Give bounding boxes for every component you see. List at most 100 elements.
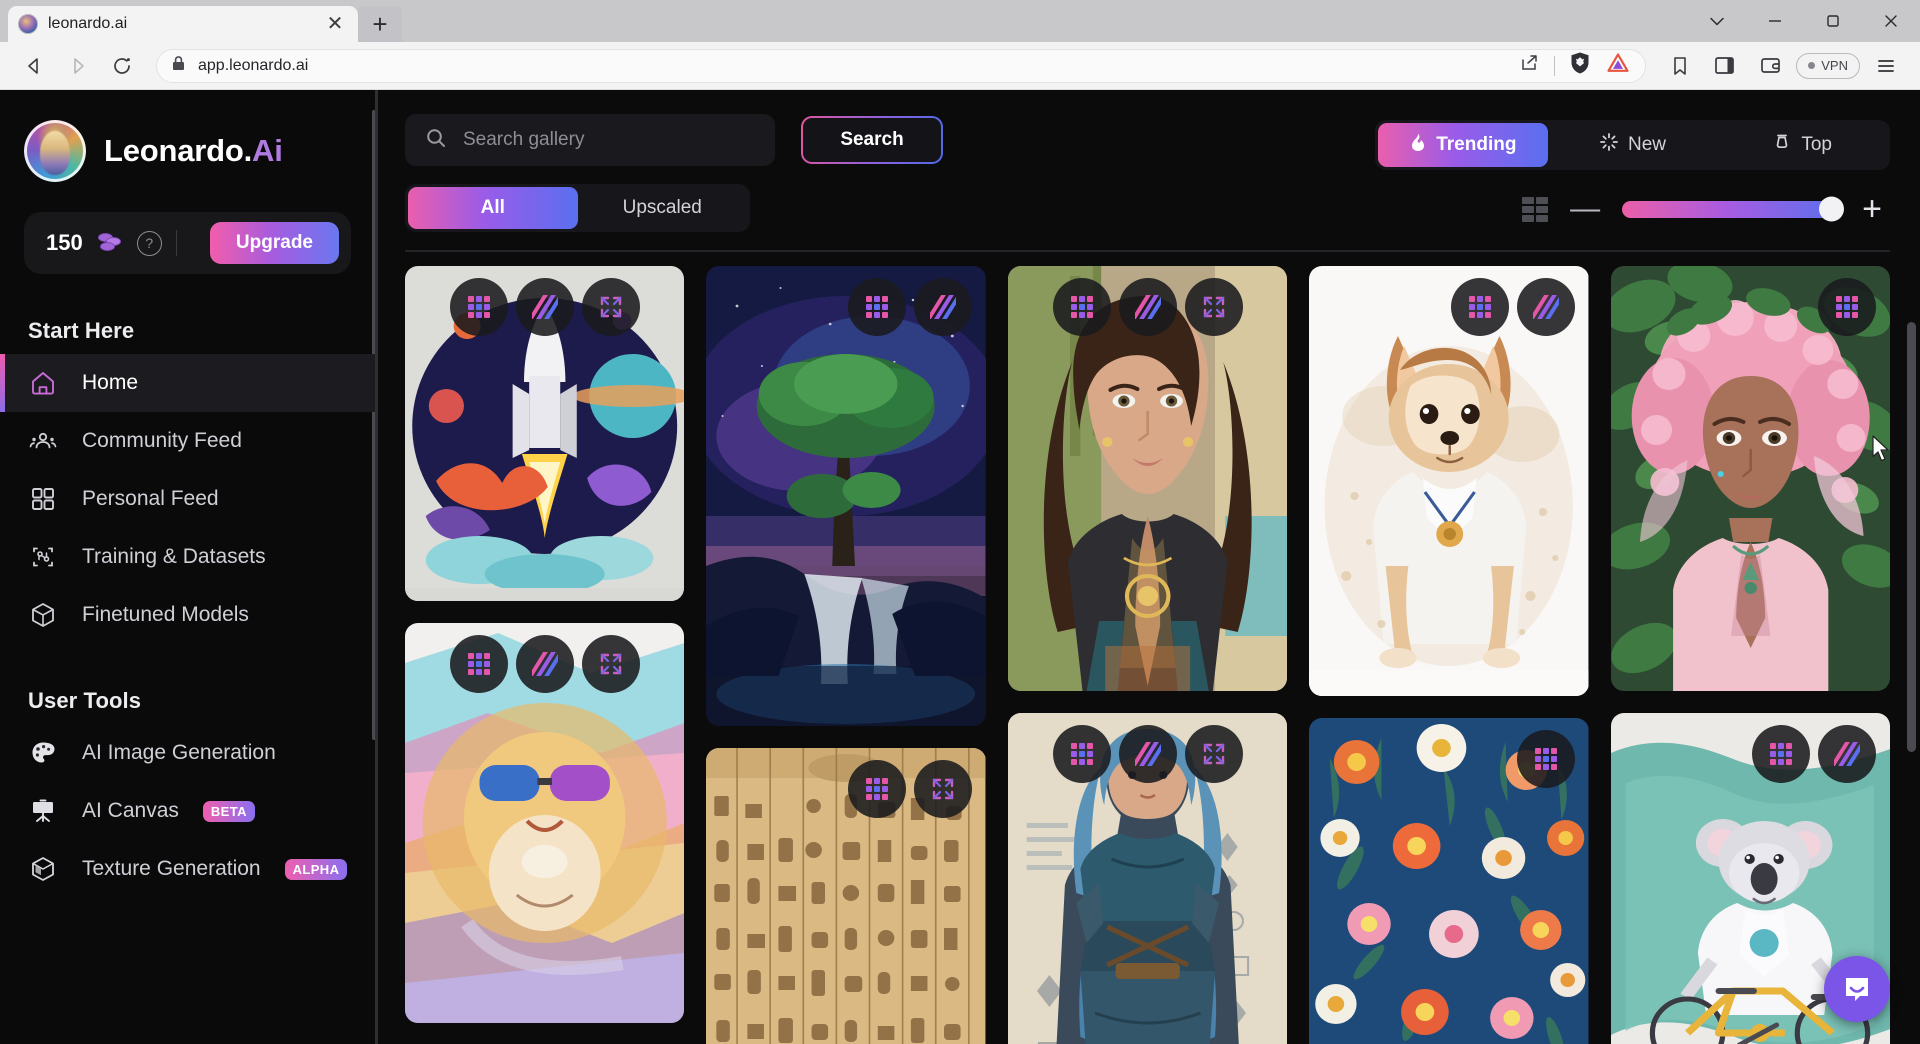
slider-knob[interactable]	[1819, 196, 1845, 222]
variations-icon[interactable]	[1516, 278, 1575, 336]
upscale-icon[interactable]	[847, 278, 906, 336]
upscale-icon[interactable]	[1818, 278, 1877, 336]
search-box[interactable]	[405, 114, 775, 166]
url-text: app.leonardo.ai	[198, 56, 309, 74]
flame-icon	[1409, 132, 1427, 158]
vpn-button[interactable]: VPN	[1796, 52, 1860, 79]
upscale-icon[interactable]	[1516, 730, 1575, 788]
upscale-icon[interactable]	[449, 278, 508, 336]
brand-logo-row[interactable]: Leonardo.Ai	[0, 108, 375, 182]
brave-rewards-icon[interactable]	[1605, 51, 1631, 80]
fullscreen-icon[interactable]	[913, 760, 972, 818]
sidebar-item-label: Finetuned Models	[82, 603, 249, 626]
tab-all[interactable]: All	[408, 187, 578, 229]
divider	[175, 230, 177, 256]
community-feed-icon	[28, 426, 58, 456]
card-actions	[1309, 278, 1588, 336]
variations-icon[interactable]	[515, 635, 574, 693]
gallery-card-chihuahua-watercolor-artwork[interactable]	[1309, 266, 1589, 696]
tab-new[interactable]: New	[1548, 123, 1718, 167]
new-tab-button[interactable]: +	[358, 6, 402, 42]
sidebar-item-ai-image-generation[interactable]: AI Image Generation	[0, 724, 375, 782]
tab-upscaled[interactable]: Upscaled	[578, 187, 748, 229]
sidebar-item-ai-canvas[interactable]: AI Canvas BETA	[0, 782, 375, 840]
sidebar-item-home[interactable]: Home	[0, 354, 375, 412]
gallery-card-blue-haired-fantasy-warrior[interactable]	[1007, 713, 1288, 1044]
hamburger-menu-icon[interactable]	[1866, 48, 1906, 84]
sidebar-item-texture-generation[interactable]: Texture Generation ALPHA	[0, 840, 375, 898]
gallery-card-pink-hair-fairy-portrait[interactable]	[1610, 266, 1891, 691]
search-button[interactable]: Search	[801, 116, 943, 164]
gallery-card-colorful-lion-sunglasses-artwork[interactable]	[405, 623, 685, 1023]
leonardo-logo-icon	[24, 120, 86, 182]
card-actions	[1008, 725, 1287, 783]
variations-icon[interactable]	[1118, 725, 1177, 783]
chevron-down-icon[interactable]	[1688, 0, 1746, 42]
sidebar-item-label: Personal Feed	[82, 487, 219, 510]
fullscreen-icon[interactable]	[1184, 278, 1243, 336]
fullscreen-icon[interactable]	[581, 635, 640, 693]
intercom-chat-icon[interactable]	[1824, 956, 1890, 1022]
bookmark-icon[interactable]	[1660, 48, 1700, 84]
variations-icon[interactable]	[1118, 278, 1177, 336]
sidebar-item-label: Texture Generation	[82, 857, 261, 880]
wallet-icon[interactable]	[1750, 48, 1790, 84]
browser-tab[interactable]: leonardo.ai ✕	[8, 6, 358, 42]
gallery-card-portrait-woman-golden-necklace[interactable]	[1007, 266, 1288, 691]
upscale-icon[interactable]	[847, 760, 906, 818]
sidebar-item-personal-feed[interactable]: Personal Feed	[0, 470, 375, 528]
upscale-icon[interactable]	[1052, 278, 1111, 336]
credits-panel: 150 ? Upgrade	[24, 212, 351, 274]
sidebar-item-label: Home	[82, 371, 139, 394]
variations-icon[interactable]	[1818, 725, 1877, 783]
section-title-start-here: Start Here	[28, 318, 135, 343]
gallery-column	[1007, 266, 1288, 1044]
status-badge: BETA	[202, 800, 255, 822]
sidebar-item-finetuned-models[interactable]: Finetuned Models	[0, 586, 375, 644]
personal-feed-icon	[28, 484, 58, 514]
upscale-icon[interactable]	[1052, 725, 1111, 783]
reload-icon[interactable]	[102, 48, 142, 84]
upscale-icon[interactable]	[449, 635, 508, 693]
gallery-card-space-shuttle-launch-artwork[interactable]	[405, 266, 685, 601]
window-close-icon[interactable]	[1862, 0, 1920, 42]
tab-top[interactable]: Top	[1717, 123, 1887, 167]
upscale-icon[interactable]	[1450, 278, 1509, 336]
zoom-in-button[interactable]: +	[1862, 192, 1882, 226]
gallery-scrollbar[interactable]	[1907, 322, 1916, 752]
brave-shield-icon[interactable]	[1569, 51, 1591, 80]
zoom-out-button[interactable]: —	[1570, 194, 1600, 224]
variations-icon[interactable]	[913, 278, 972, 336]
search-input[interactable]	[463, 129, 755, 151]
share-icon[interactable]	[1518, 53, 1540, 78]
minimize-icon[interactable]	[1746, 0, 1804, 42]
gallery-column	[706, 266, 986, 1044]
grid-layout-icon[interactable]	[1522, 197, 1549, 222]
help-circle-icon[interactable]: ?	[136, 230, 162, 256]
address-bar[interactable]: app.leonardo.ai	[156, 48, 1647, 83]
upgrade-button[interactable]: Upgrade	[209, 222, 339, 264]
gallery-card-mystical-tree-waterfall-artwork[interactable]	[706, 266, 986, 726]
fullscreen-icon[interactable]	[581, 278, 640, 336]
maximize-icon[interactable]	[1804, 0, 1862, 42]
vpn-label: VPN	[1821, 58, 1848, 73]
brand-name-main: Leonardo.	[104, 133, 253, 168]
app-body: Leonardo.Ai 150 ? Upgrade Start Here Hom…	[0, 90, 1920, 1044]
sidebar-item-community-feed[interactable]: Community Feed	[0, 412, 375, 470]
palette-icon	[28, 738, 58, 768]
back-icon[interactable]	[14, 48, 54, 84]
upscale-icon[interactable]	[1752, 725, 1811, 783]
zoom-slider[interactable]	[1622, 196, 1845, 222]
tab-trending[interactable]: Trending	[1378, 123, 1548, 167]
leonardo-favicon-icon	[18, 14, 38, 34]
sidebar-item-training-datasets[interactable]: Training & Datasets	[0, 528, 375, 586]
close-icon[interactable]: ✕	[322, 11, 348, 37]
gallery-card-egyptian-hieroglyphs-papyrus-artwork[interactable]	[706, 748, 986, 1044]
sidebar-item-label: AI Canvas	[82, 799, 179, 822]
forward-icon[interactable]	[58, 48, 98, 84]
fullscreen-icon[interactable]	[1184, 725, 1243, 783]
variations-icon[interactable]	[515, 278, 574, 336]
search-icon	[425, 127, 447, 154]
sidebar-panel-icon[interactable]	[1704, 48, 1744, 84]
gallery-card-floral-pattern-artwork[interactable]	[1309, 718, 1589, 1044]
